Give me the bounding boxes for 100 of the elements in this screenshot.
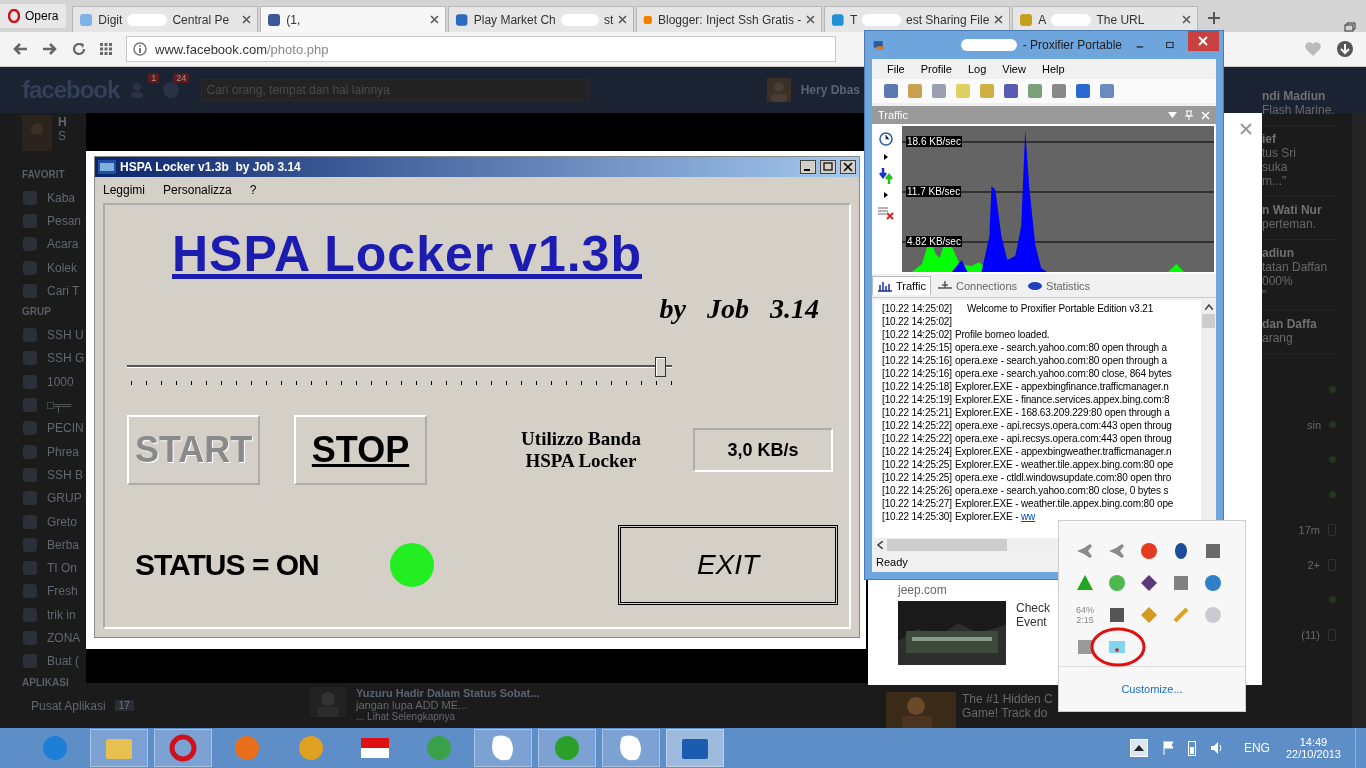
sidebar-link[interactable]: Pusat Aplikasi [31, 698, 106, 713]
address-field[interactable]: www.facebook.com/photo.php [126, 36, 836, 62]
panel-tab[interactable]: Statistics [1023, 276, 1095, 295]
triangle-icon[interactable] [1076, 574, 1094, 592]
browser-tab[interactable]: Digit Central Pe [72, 6, 259, 32]
scroll-thumb[interactable] [1202, 314, 1215, 328]
app-heading[interactable]: HSPA Locker v1.3b [172, 225, 642, 283]
battery-text[interactable]: 64% 2:15 [1073, 605, 1097, 625]
scroll-left-icon[interactable] [877, 541, 883, 549]
sidebar-link[interactable]: Fresh [47, 584, 78, 599]
new-tab-icon[interactable] [1208, 12, 1221, 24]
ad-text[interactable]: Event [1016, 615, 1050, 629]
close-icon[interactable] [840, 160, 856, 174]
ad-text[interactable]: Game! Track do [962, 706, 1053, 720]
sidebar-link[interactable]: Berba [47, 537, 80, 552]
profile-name[interactable]: H [58, 115, 67, 129]
profile-link[interactable]: S [58, 129, 67, 143]
close-icon[interactable] [994, 15, 1004, 24]
sidebar-link[interactable]: SSH B [47, 467, 83, 482]
minimize-icon[interactable] [800, 160, 816, 174]
sidebar-link[interactable]: Kaba [47, 190, 76, 205]
sidebar-link[interactable]: ZONA [47, 631, 81, 645]
action-button[interactable]: STOP [294, 415, 427, 485]
toolbar-icon[interactable] [906, 82, 924, 100]
clock-date[interactable]: 22/10/2013 [1285, 748, 1341, 760]
maximize-icon[interactable] [820, 160, 836, 174]
close-button[interactable] [1187, 31, 1219, 51]
clock-time[interactable]: 14:49 [1299, 736, 1328, 748]
site-info-icon[interactable] [133, 42, 147, 56]
panel-tab[interactable]: Traffic [872, 276, 931, 295]
toolbar-icon[interactable] [1098, 82, 1116, 100]
forward-icon[interactable] [42, 42, 58, 56]
close-icon[interactable] [242, 15, 252, 24]
ad-link[interactable]: jeep.com [898, 583, 947, 597]
show-hidden-icons-button[interactable] [1129, 739, 1148, 757]
menu-item[interactable]: Personalizza [163, 183, 232, 197]
clear-icon[interactable] [878, 206, 894, 220]
speaker-icon[interactable] [1209, 741, 1224, 755]
back-icon[interactable] [12, 42, 28, 56]
language-indicator[interactable]: ENG [1243, 741, 1270, 755]
sidebar-link[interactable]: GRUP [47, 491, 82, 506]
toolbar-icon[interactable] [930, 82, 948, 100]
menu-item[interactable]: ? [249, 183, 257, 197]
sidebar-link[interactable]: Phrea [47, 444, 80, 459]
arrows-icon[interactable] [879, 168, 893, 184]
sidebar-link[interactable]: Pesan [47, 213, 82, 228]
log-link[interactable]: ww [1021, 511, 1036, 522]
sidebar-link[interactable]: SSH U [47, 328, 84, 343]
browser-tab[interactable]: (1, [260, 6, 447, 32]
scroll-thumb[interactable] [887, 539, 1007, 551]
clock-icon[interactable] [878, 130, 894, 146]
restore-icon[interactable] [1344, 22, 1356, 32]
pin-icon[interactable] [1185, 110, 1193, 120]
toolbar-icon[interactable] [1074, 82, 1092, 100]
battery-icon[interactable] [1187, 740, 1196, 756]
toolbar-icon[interactable] [1050, 82, 1068, 100]
ad-text[interactable]: The #1 Hidden C [962, 692, 1053, 706]
taskbar-button[interactable] [154, 729, 212, 767]
sidebar-link[interactable]: Cari T [47, 283, 80, 298]
ball-icon[interactable] [1108, 574, 1126, 592]
sidebar-link[interactable]: □╤═ [47, 398, 72, 412]
reload-icon[interactable] [72, 42, 86, 56]
sidebar-link[interactable]: TI On [47, 561, 77, 576]
menu-item[interactable]: Log [967, 63, 987, 75]
browser-tab[interactable]: Blogger: Inject Ssh Gratis - [636, 6, 823, 32]
sidebar-link[interactable]: Acara [47, 237, 79, 252]
opera-menu-button[interactable]: Opera [0, 4, 67, 28]
sidebar-link[interactable]: SSH G [47, 351, 85, 366]
browser-tab[interactable]: A The URL [1012, 6, 1199, 32]
maximize-icon[interactable] [1165, 40, 1174, 50]
see-more-link[interactable]: ... Lihat Selengkapnya [356, 711, 540, 722]
close-icon[interactable] [806, 15, 816, 24]
slider-thumb[interactable] [655, 357, 667, 377]
flag-icon[interactable] [1161, 741, 1174, 755]
user-name[interactable]: Hery Dbas [800, 83, 860, 97]
browser-tab[interactable]: Play Market Ch st [448, 6, 635, 32]
toolbar-icon[interactable] [1002, 82, 1020, 100]
menu-item[interactable]: Leggimi [103, 183, 146, 197]
sidebar-link[interactable]: trik in [47, 607, 76, 622]
close-icon[interactable] [618, 15, 628, 24]
taskbar-button[interactable] [666, 729, 724, 767]
square-icon[interactable] [1172, 574, 1190, 592]
speed-dial-icon[interactable] [100, 43, 112, 55]
customize-link[interactable]: Customize... [1121, 683, 1183, 695]
panel-tab[interactable]: Connections [932, 276, 1022, 295]
exit-button[interactable]: EXIT [618, 525, 838, 605]
sidebar-link[interactable]: Buat ( [47, 654, 79, 669]
taskbar-button[interactable] [602, 729, 660, 767]
toolbar-icon[interactable] [1026, 82, 1044, 100]
sidebar-link[interactable]: Greto [47, 514, 77, 529]
post-title[interactable]: Yuzuru Hadir Dalam Status Sobat... [356, 687, 540, 699]
toolbar-icon[interactable] [882, 82, 900, 100]
close-icon[interactable] [430, 15, 440, 24]
browser-tab[interactable]: T est Sharing File [824, 6, 1011, 32]
scroll-up-icon[interactable] [1204, 304, 1213, 310]
menu-item[interactable]: File [887, 63, 905, 75]
expand-icon[interactable] [884, 154, 888, 160]
menu-item[interactable]: Help [1041, 63, 1065, 75]
menu-item[interactable]: Profile [920, 63, 952, 75]
sidebar-link[interactable]: Kolek [47, 260, 78, 275]
